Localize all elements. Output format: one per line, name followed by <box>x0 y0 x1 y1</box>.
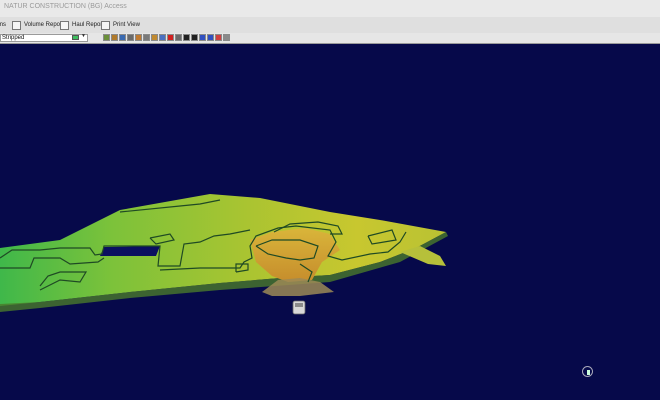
surface-select-value: Stripped <box>2 35 25 41</box>
volume-report-button[interactable]: Volume Report <box>12 19 64 31</box>
haul-report-icon <box>60 20 69 30</box>
zoom-extents-icon[interactable] <box>127 34 134 41</box>
surface-color-swatch <box>72 35 79 40</box>
select-icon[interactable] <box>135 34 142 41</box>
report-toolbar: ms Volume Report Haul Report Print View <box>0 17 660 34</box>
title-bar: NATUR CONSTRUCTION (BG) Access <box>0 0 660 18</box>
mouse-cursor-icon <box>582 366 593 377</box>
view-tools <box>103 34 230 41</box>
play-icon[interactable] <box>183 34 190 41</box>
print-view-button[interactable]: Print View <box>101 19 140 31</box>
chevron-down-icon[interactable]: ▼ <box>81 33 86 39</box>
record-icon[interactable] <box>167 34 174 41</box>
control-marker <box>292 300 306 315</box>
rotate-icon[interactable] <box>111 34 118 41</box>
pan-icon[interactable] <box>103 34 110 41</box>
window-title: NATUR CONSTRUCTION (BG) Access <box>4 3 127 10</box>
sphere-icon[interactable] <box>159 34 166 41</box>
volume-report-icon <box>12 20 21 30</box>
haul-report-label: Haul Report <box>72 22 105 28</box>
volume-report-label: Volume Report <box>24 22 64 28</box>
cube-icon[interactable] <box>151 34 158 41</box>
image-icon[interactable] <box>223 34 230 41</box>
zoom-icon[interactable] <box>119 34 126 41</box>
export-icon[interactable] <box>215 34 222 41</box>
capture-icon[interactable] <box>199 34 206 41</box>
pause-icon[interactable] <box>191 34 198 41</box>
print-view-icon <box>101 20 110 30</box>
stop-icon[interactable] <box>175 34 182 41</box>
print-view-label: Print View <box>113 22 140 28</box>
menu-button[interactable]: ms <box>0 19 6 31</box>
layer-icon[interactable] <box>143 34 150 41</box>
settings-icon[interactable] <box>207 34 214 41</box>
3d-viewport[interactable] <box>0 43 660 400</box>
haul-report-button[interactable]: Haul Report <box>60 19 104 31</box>
menu-label: ms <box>0 22 6 28</box>
